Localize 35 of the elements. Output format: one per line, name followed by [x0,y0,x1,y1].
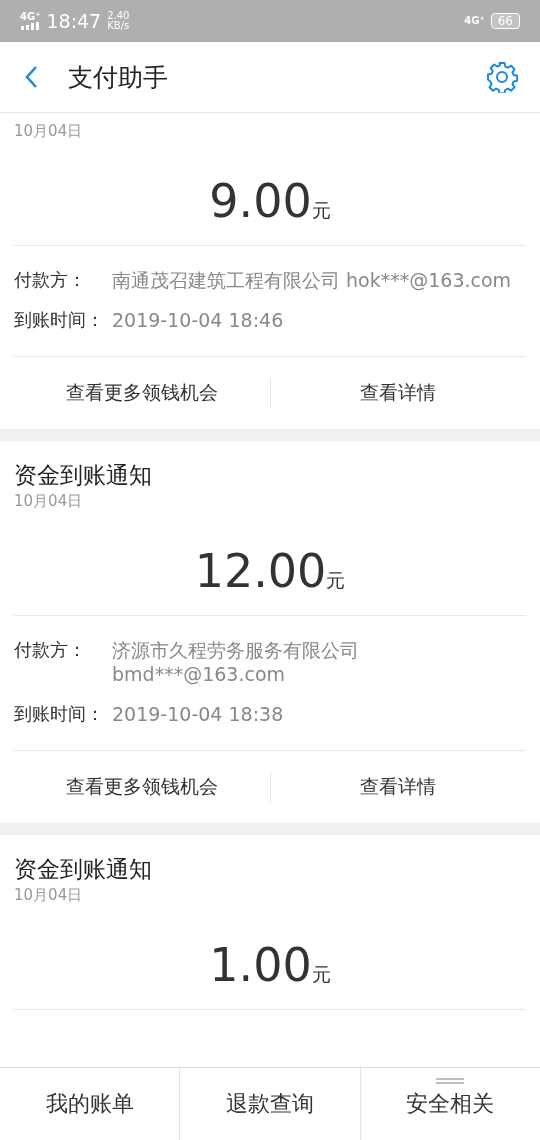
notice-date: 10月04日 [14,885,83,905]
network-text: 4G⁺ [464,16,485,26]
notice-date: 10月04日 [14,491,83,511]
nav-tab[interactable]: 我的账单 [0,1068,180,1140]
menu-icon [436,1078,465,1084]
nav-tab[interactable]: 安全相关 [359,1068,540,1140]
notice-title: 资金到账通知 [14,462,152,488]
speed-value: 2.40 [107,11,130,21]
settings-icon[interactable] [486,61,518,93]
payer-label: 付款方： [14,638,87,662]
battery-level: 66 [490,13,520,29]
back-icon[interactable] [24,65,40,89]
time-label: 到账时间： [14,308,105,332]
clock-time: 18:47 [46,10,102,32]
currency-unit: 元 [326,568,346,593]
page-title: 支付助手 [68,61,168,94]
time-label: 到账时间： [14,702,105,726]
currency-unit: 元 [311,962,331,987]
arrival-time: 2019-10-04 18:46 [112,308,284,332]
currency-unit: 元 [311,198,331,223]
notice-date: 10月04日 [14,121,83,141]
nav-tab[interactable]: 退款查询 [179,1068,360,1140]
action-link[interactable]: 查看更多领钱机会 [14,372,270,414]
arrival-time: 2019-10-04 18:38 [112,702,284,726]
action-link[interactable]: 查看详情 [270,372,526,414]
payer-label: 付款方： [14,268,87,292]
amount-value: 9.00 [209,173,312,229]
notice-title: 资金到账通知 [14,856,152,882]
payer-value: 南通茂召建筑工程有限公司 hok***@163.com [112,268,512,292]
payer-value: 济源市久程劳务服务有限公司 bmd***@163.com [112,638,360,686]
action-link[interactable]: 查看更多领钱机会 [14,766,270,808]
speed-unit: KB/s [107,21,130,31]
action-link[interactable]: 查看详情 [270,766,526,808]
amount-value: 12.00 [194,543,327,599]
amount-value: 1.00 [209,937,312,993]
